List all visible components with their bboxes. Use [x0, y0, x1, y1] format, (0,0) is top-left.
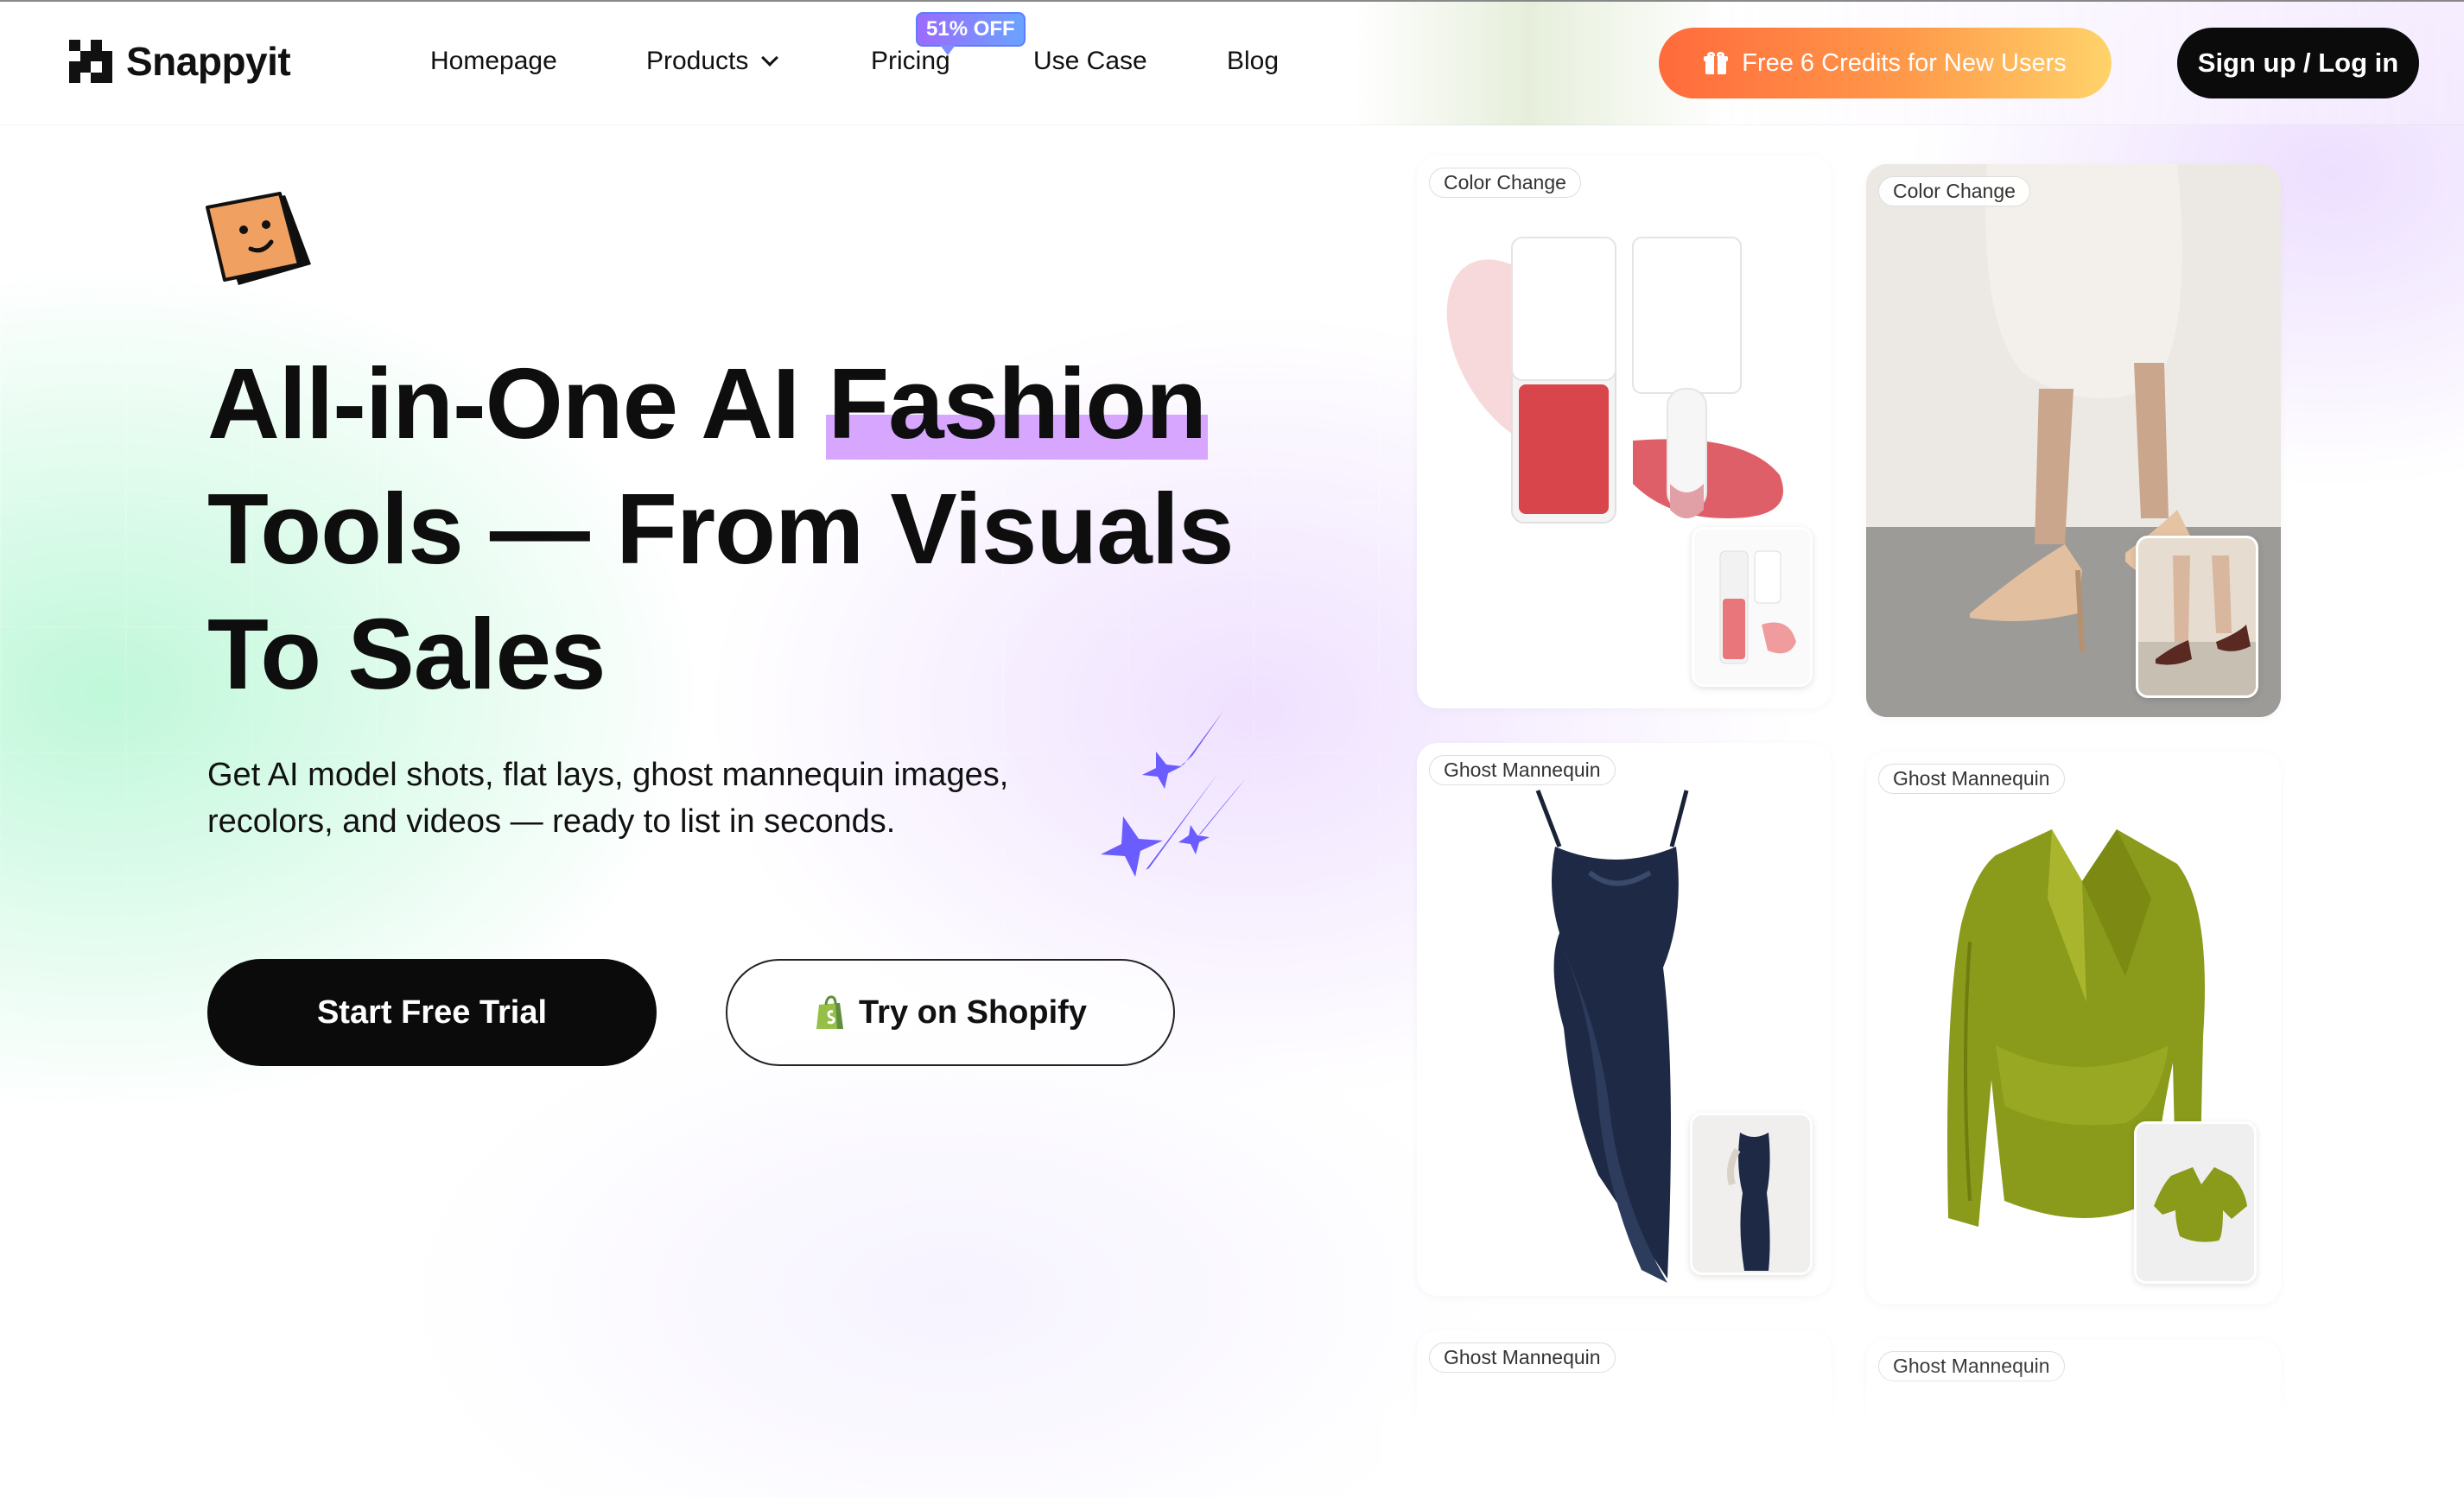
gallery-card-ghost-mannequin-dress[interactable]: Ghost Mannequin: [1417, 743, 1832, 1296]
gallery-card-color-change-heels[interactable]: Color Change: [1866, 164, 2281, 717]
cube-mascot-icon: [206, 192, 311, 285]
hero-title-part1: All-in-One AI: [207, 347, 827, 460]
sparkles-icon: [1101, 711, 1246, 877]
nav-blog[interactable]: Blog: [1227, 47, 1279, 76]
checker-logo-icon: [69, 40, 112, 83]
try-on-shopify-label: Try on Shopify: [859, 993, 1087, 1031]
nav-homepage[interactable]: Homepage: [430, 47, 557, 76]
card-tag: Color Change: [1429, 168, 1581, 198]
hero-subtitle: Get AI model shots, flat lays, ghost man…: [207, 752, 1158, 845]
nav-use-case[interactable]: Use Case: [1033, 47, 1147, 76]
hero-title-part2: Tools — From Visuals To Sales: [207, 473, 1235, 710]
free-credits-label: Free 6 Credits for New Users: [1742, 48, 2067, 77]
original-thumbnail: [1692, 527, 1813, 687]
original-thumbnail: [2134, 1121, 2257, 1284]
nav-products-label: Products: [646, 47, 749, 75]
signup-login-button[interactable]: Sign up / Log in: [2177, 28, 2419, 98]
hero-title: All-in-One AI Fashion Tools — From Visua…: [207, 341, 1330, 717]
original-thumbnail: [1690, 1113, 1813, 1275]
hero-subtitle-line1: Get AI model shots, flat lays, ghost man…: [207, 757, 1009, 793]
nav-pricing[interactable]: Pricing: [871, 47, 950, 76]
original-thumbnail: [2136, 536, 2258, 698]
nav-products[interactable]: Products: [646, 47, 779, 76]
gallery-card-ghost-mannequin-blouse[interactable]: Ghost Mannequin: [1866, 752, 2281, 1304]
gallery-card-color-change-lip[interactable]: Color Change: [1417, 156, 1832, 708]
card-tag: Ghost Mannequin: [1878, 764, 2065, 794]
hero-subtitle-line2: recolors, and videos — ready to list in …: [207, 803, 896, 840]
try-on-shopify-button[interactable]: Try on Shopify: [726, 959, 1175, 1066]
hero-title-highlight: Fashion: [826, 347, 1209, 460]
card-tag: Ghost Mannequin: [1429, 755, 1616, 785]
gallery-fade-overlay: [1382, 1363, 2464, 1498]
brand-name: Snappyit: [126, 39, 291, 84]
gift-icon: [1704, 52, 1729, 74]
site-header: Snappyit Homepage Products Pricing 51% O…: [0, 0, 2464, 125]
card-tag: Color Change: [1878, 176, 2030, 206]
start-free-trial-button[interactable]: Start Free Trial: [207, 959, 657, 1066]
discount-badge: 51% OFF: [916, 12, 1026, 55]
shopify-bag-icon: [816, 995, 844, 1029]
free-credits-button[interactable]: Free 6 Credits for New Users: [1659, 28, 2112, 98]
brand-logo[interactable]: Snappyit: [69, 38, 291, 85]
chevron-down-icon: [761, 49, 779, 67]
